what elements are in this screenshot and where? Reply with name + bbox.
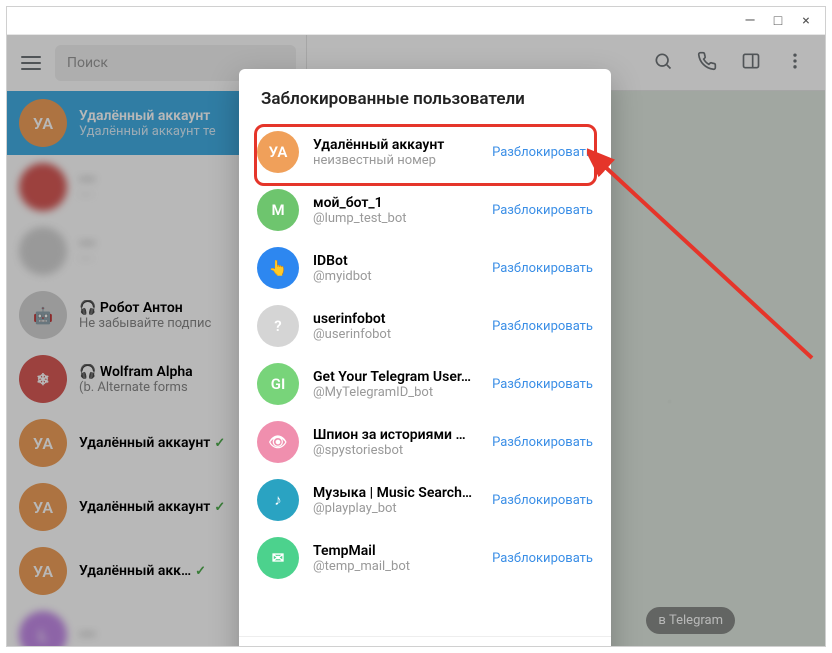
- unblock-button[interactable]: Разблокировать: [492, 319, 593, 334]
- unblock-button[interactable]: Разблокировать: [492, 377, 593, 392]
- unblock-button[interactable]: Разблокировать: [492, 435, 593, 450]
- blocked-item: ? userinfobot@userinfobot Разблокировать: [247, 297, 603, 355]
- unblock-button[interactable]: Разблокировать: [492, 261, 593, 276]
- app-window: — □ × Поиск УАУдалённый аккаунтУдалённый…: [6, 6, 826, 647]
- blocked-item: GI Get Your Telegram User…@MyTelegramID_b…: [247, 355, 603, 413]
- unblock-button[interactable]: Разблокировать: [492, 203, 593, 218]
- blocked-handle: @spystoriesbot: [313, 443, 478, 458]
- blocked-handle: неизвестный номер: [313, 153, 478, 168]
- blocked-item: 👆 IDBot@myidbot Разблокировать: [247, 239, 603, 297]
- blocked-list: УА Удалённый аккаунтнеизвестный номер Разб…: [239, 123, 611, 636]
- avatar: GI: [257, 363, 299, 405]
- avatar: ?: [257, 305, 299, 347]
- blocked-handle: @playplay_bot: [313, 501, 478, 516]
- window-maximize-button[interactable]: □: [771, 12, 785, 29]
- blocked-handle: @userinfobot: [313, 327, 478, 342]
- window-minimize-button[interactable]: —: [743, 13, 757, 29]
- avatar: 👆: [257, 247, 299, 289]
- unblock-button[interactable]: Разблокировать: [492, 493, 593, 508]
- blocked-item: ✉ TempMail@temp_mail_bot Разблокировать: [247, 529, 603, 587]
- blocked-name: userinfobot: [313, 311, 478, 327]
- blocked-handle: @MyTelegramID_bot: [313, 385, 478, 400]
- blocked-name: TempMail: [313, 543, 478, 559]
- window-titlebar: — □ ×: [7, 7, 825, 35]
- blocked-item: ♪ Музыка | Music Search…@playplay_bot Разб…: [247, 471, 603, 529]
- blocked-name: Get Your Telegram User…: [313, 369, 478, 385]
- blocked-name: IDBot: [313, 253, 478, 269]
- blocked-item: УА Удалённый аккаунтнеизвестный номер Разб…: [247, 123, 603, 181]
- avatar: ✉: [257, 537, 299, 579]
- unblock-button[interactable]: Разблокировать: [492, 551, 593, 566]
- unblock-button[interactable]: Разблокировать: [492, 145, 593, 160]
- blocked-name: мой_бот_1: [313, 195, 478, 211]
- blocked-handle: @lump_test_bot: [313, 211, 478, 226]
- blocked-name: Удалённый аккаунт: [313, 137, 478, 153]
- modal-title: Заблокированные пользователи: [239, 69, 611, 123]
- blocked-name: Музыка | Music Search…: [313, 485, 478, 501]
- modal-footer: ДОБАВИТЬ ПОЛЬЗОВАТЕЛЯ ЗАКРЫТЬ: [239, 636, 611, 646]
- avatar: ♪: [257, 479, 299, 521]
- blocked-users-modal: Заблокированные пользователи УА Удалённый…: [239, 69, 611, 646]
- avatar: 👁: [257, 421, 299, 463]
- blocked-handle: @myidbot: [313, 269, 478, 284]
- blocked-handle: @temp_mail_bot: [313, 559, 478, 574]
- blocked-name: Шпион за историями …: [313, 427, 478, 443]
- avatar: М: [257, 189, 299, 231]
- window-close-button[interactable]: ×: [799, 13, 813, 29]
- blocked-item: Ммой_бот_1@lump_test_bot Разблокировать: [247, 181, 603, 239]
- blocked-item: 👁 Шпион за историями …@spystoriesbot Разбл…: [247, 413, 603, 471]
- avatar: УА: [257, 131, 299, 173]
